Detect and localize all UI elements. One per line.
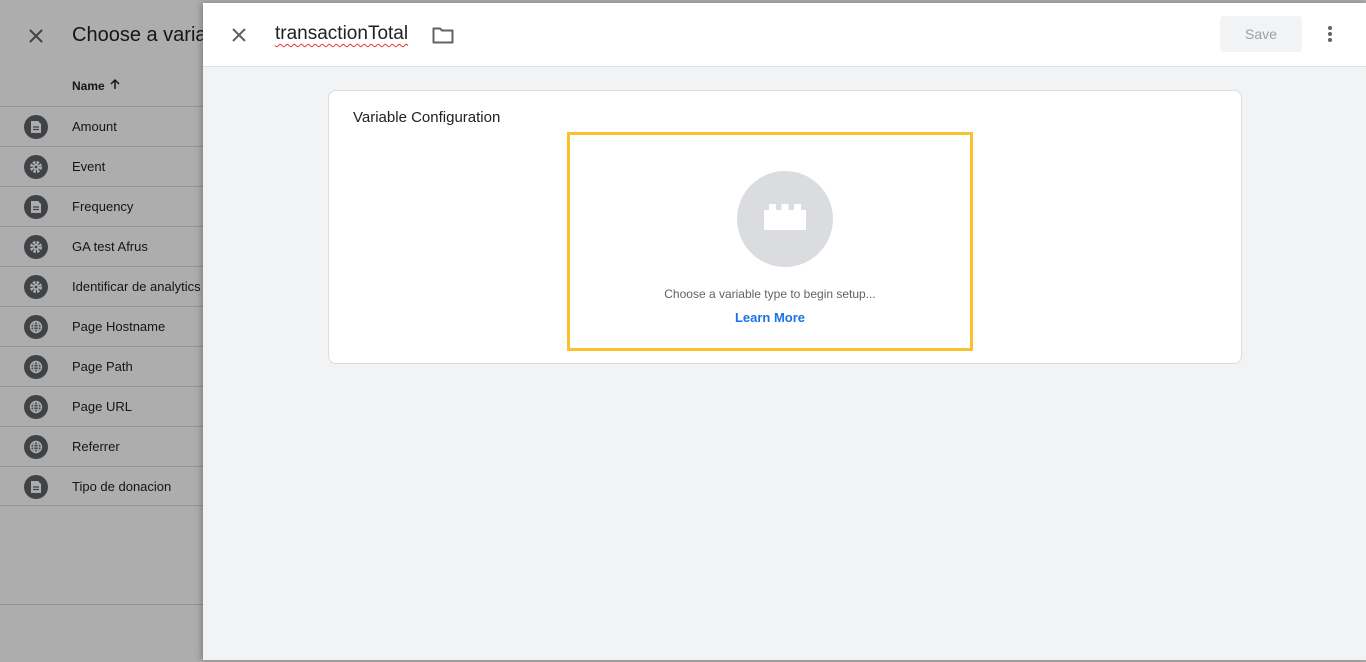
editor-header: transactionTotal Save (203, 3, 1366, 67)
chooser-hint: Choose a variable type to begin setup... (664, 287, 876, 301)
configuration-title: Variable Configuration (353, 109, 501, 126)
more-vert-icon[interactable] (1318, 22, 1342, 46)
variable-editor-panel: transactionTotal Save Variable Configura… (203, 3, 1366, 660)
close-icon[interactable] (227, 23, 251, 47)
folder-icon[interactable] (431, 23, 455, 47)
app-root: Choose a variable Name Amount Event Freque… (0, 0, 1366, 662)
variable-configuration-card: Variable Configuration Choose a variable… (328, 90, 1242, 364)
variable-type-placeholder (737, 171, 833, 267)
learn-more-link[interactable]: Learn More (570, 310, 970, 325)
variable-type-chooser[interactable]: Choose a variable type to begin setup...… (567, 132, 973, 351)
brick-icon (764, 203, 806, 235)
variable-name-field[interactable]: transactionTotal (275, 23, 408, 45)
save-button[interactable]: Save (1220, 16, 1302, 52)
